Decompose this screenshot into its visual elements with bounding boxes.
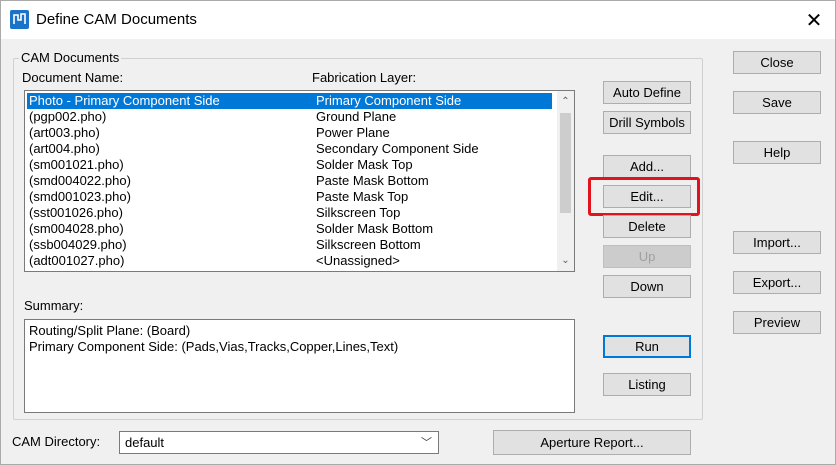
list-item[interactable]: (smd001023.pho) Paste Mask Top [27,189,552,205]
summary-line: Routing/Split Plane: (Board) [29,323,191,338]
down-button[interactable]: Down [603,275,691,298]
fabrication-layer-cell: Paste Mask Bottom [316,173,429,188]
document-name-cell: (sm001021.pho) [29,157,124,172]
document-name-cell: (smd004022.pho) [29,173,131,188]
list-item[interactable]: (adt001027.pho) <Unassigned> [27,253,552,269]
fabrication-layer-cell: Silkscreen Bottom [316,237,421,252]
fabrication-layer-cell: <Unassigned> [316,253,400,268]
fabrication-layer-cell: Secondary Component Side [316,141,479,156]
export-button[interactable]: Export... [733,271,821,294]
document-name-cell: (art003.pho) [29,125,100,140]
window-title: Define CAM Documents [36,11,197,28]
document-name-cell: (adt001027.pho) [29,253,125,268]
fabrication-layer-cell: Paste Mask Top [316,189,409,204]
fabrication-layer-cell: Solder Mask Bottom [316,221,434,236]
document-name-cell: (pgp002.pho) [29,109,107,124]
cam-documents-list[interactable]: Photo - Primary Component Side Primary Co… [24,90,575,272]
scroll-up-icon[interactable]: ⌃ [557,93,574,110]
close-icon[interactable]: ✕ [801,7,827,33]
document-name-cell: Photo - Primary Component Side [29,93,220,108]
list-item[interactable]: (sst001026.pho) Silkscreen Top [27,205,552,221]
app-icon [10,10,29,29]
list-scrollbar[interactable]: ⌃ ⌄ [557,91,574,271]
list-item[interactable]: (ssb004029.pho) Silkscreen Bottom [27,237,552,253]
fabrication-layer-cell: Solder Mask Top [316,157,413,172]
close-button[interactable]: Close [733,51,821,74]
add-button[interactable]: Add... [603,155,691,178]
dialog-window: Define CAM Documents ✕ CAM Documents Doc… [0,0,836,465]
fabrication-layer-header: Fabrication Layer: [312,70,417,85]
chevron-down-icon[interactable]: ﹀ [421,434,432,450]
document-name-header: Document Name: [22,70,124,85]
list-item[interactable]: (sm001021.pho) Solder Mask Top [27,157,552,173]
drill-symbols-button[interactable]: Drill Symbols [603,111,691,134]
cam-directory-label: CAM Directory: [12,434,101,449]
auto-define-button[interactable]: Auto Define [603,81,691,104]
list-item[interactable]: (sm004028.pho) Solder Mask Bottom [27,221,552,237]
document-name-cell: (sm004028.pho) [29,221,124,236]
scroll-thumb[interactable] [560,113,571,213]
preview-button[interactable]: Preview [733,311,821,334]
save-button[interactable]: Save [733,91,821,114]
summary-label: Summary: [24,298,84,313]
list-item[interactable]: (art003.pho) Power Plane [27,125,552,141]
document-name-cell: (smd001023.pho) [29,189,131,204]
title-bar: Define CAM Documents ✕ [1,1,835,39]
document-name-cell: (ssb004029.pho) [29,237,127,252]
list-item[interactable]: Photo - Primary Component Side Primary Co… [27,93,552,109]
list-item[interactable]: (art004.pho) Secondary Component Side [27,141,552,157]
document-name-cell: (sst001026.pho) [29,205,123,220]
cam-documents-group-label: CAM Documents [19,50,122,65]
run-button[interactable]: Run [603,335,691,358]
fabrication-layer-cell: Primary Component Side [316,93,462,108]
up-button[interactable]: Up [603,245,691,268]
list-item[interactable]: (pgp002.pho) Ground Plane [27,109,552,125]
cam-directory-select[interactable]: default ﹀ [119,431,439,454]
listing-button[interactable]: Listing [603,373,691,396]
summary-box: Routing/Split Plane: (Board) Primary Com… [24,319,575,413]
fabrication-layer-cell: Power Plane [316,125,390,140]
summary-line: Primary Component Side: (Pads,Vias,Track… [29,339,399,354]
aperture-report-button[interactable]: Aperture Report... [493,430,691,455]
fabrication-layer-cell: Ground Plane [316,109,397,124]
fabrication-layer-cell: Silkscreen Top [316,205,401,220]
import-button[interactable]: Import... [733,231,821,254]
help-button[interactable]: Help [733,141,821,164]
delete-button[interactable]: Delete [603,215,691,238]
list-item[interactable]: (smd004022.pho) Paste Mask Bottom [27,173,552,189]
edit-highlight-box [588,177,700,216]
cam-directory-value: default [125,435,165,450]
scroll-down-icon[interactable]: ⌄ [557,252,574,269]
document-name-cell: (art004.pho) [29,141,100,156]
